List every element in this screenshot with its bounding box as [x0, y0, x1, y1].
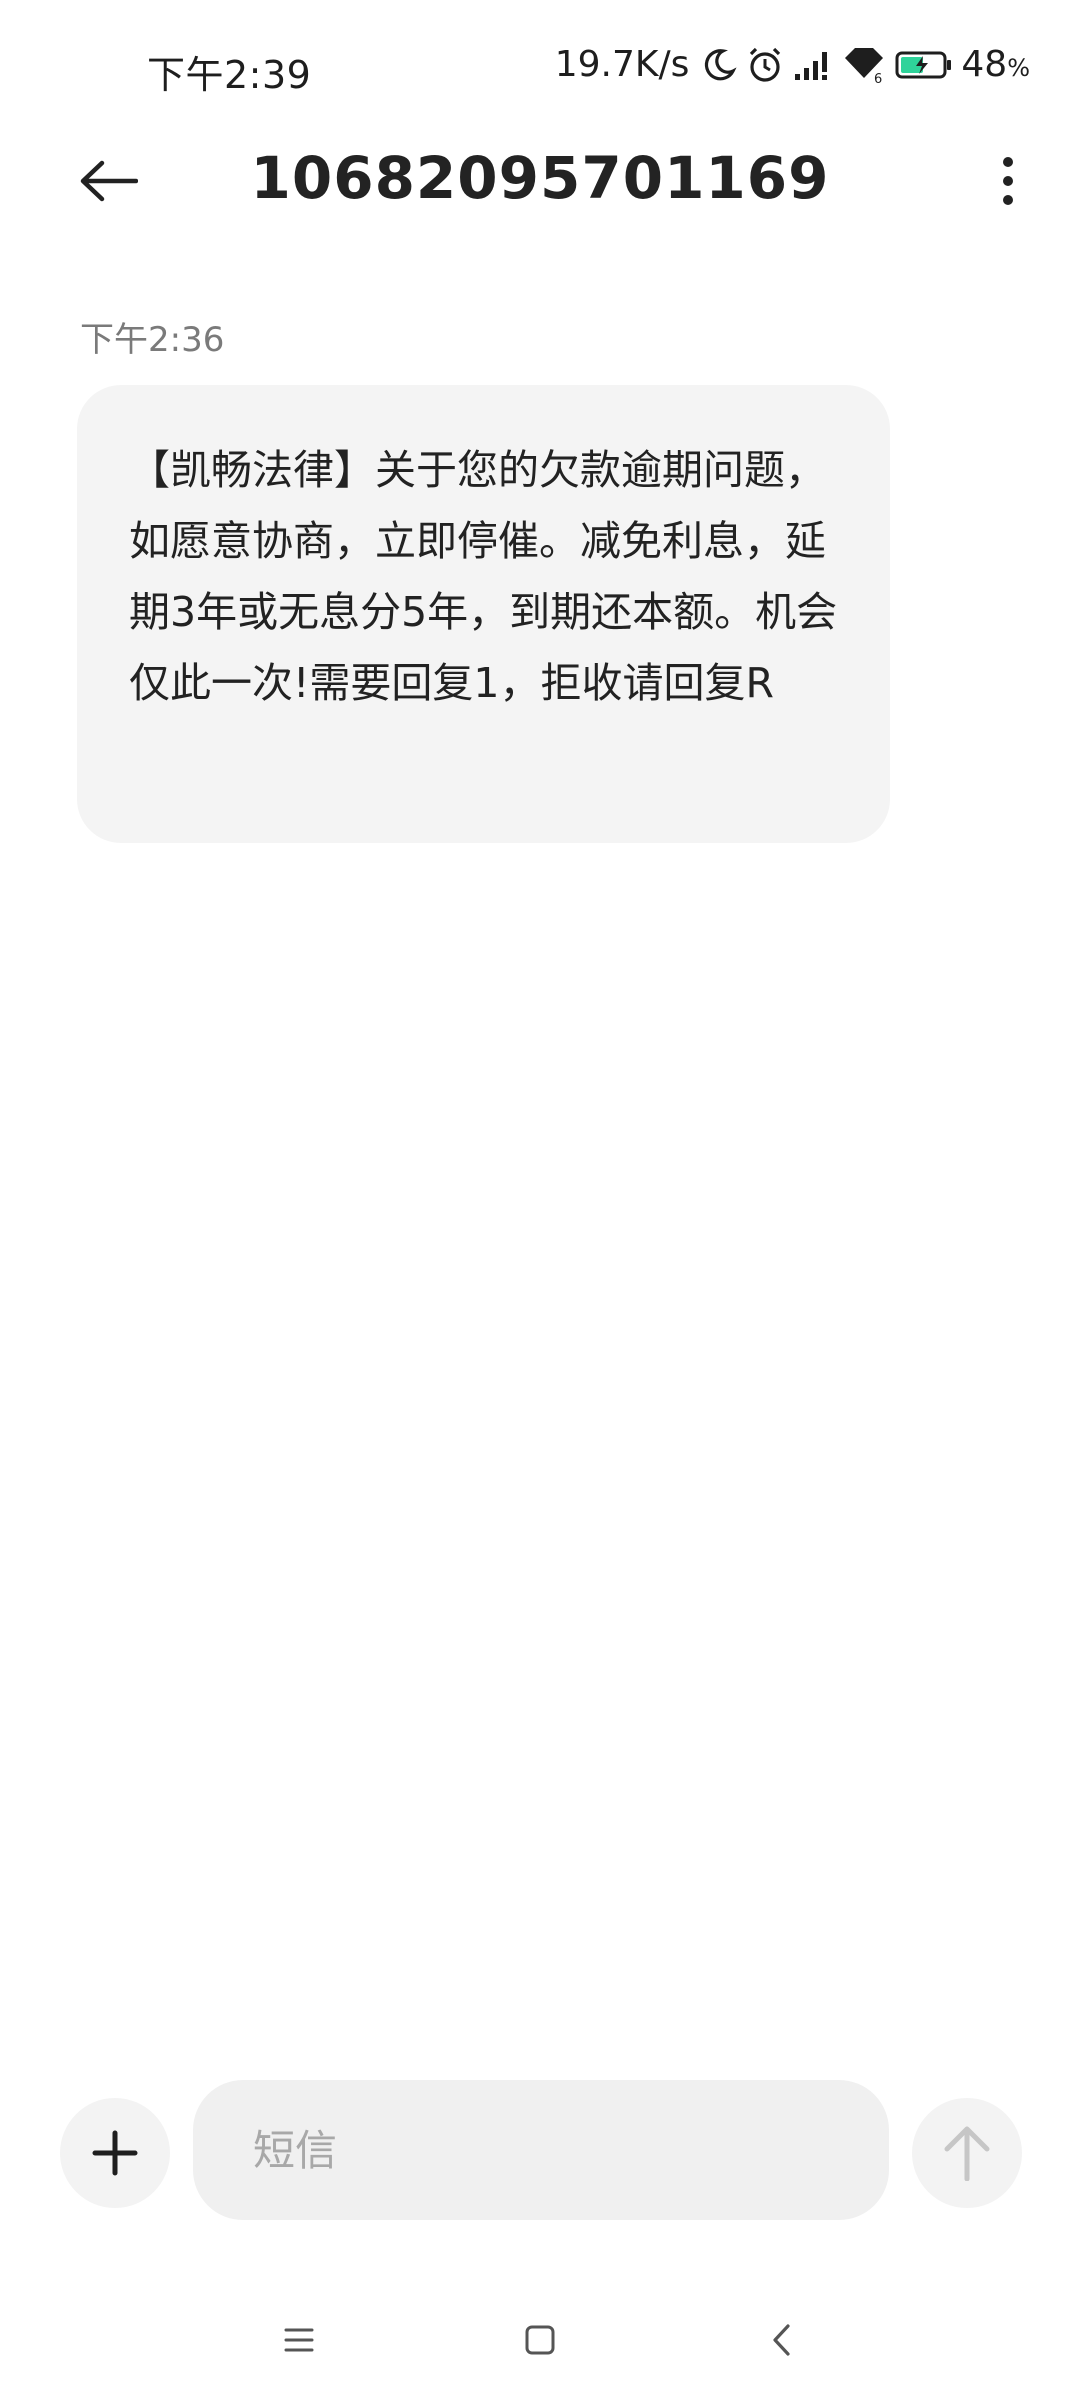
home-square-icon — [525, 2325, 555, 2355]
plus-icon — [92, 2130, 138, 2176]
battery-charging-icon — [895, 50, 953, 80]
alarm-icon — [745, 46, 785, 84]
message-input[interactable] — [193, 2080, 889, 2220]
more-vertical-icon — [1003, 157, 1013, 205]
arrow-up-icon — [944, 2126, 990, 2181]
battery-percent: 48% — [961, 44, 1030, 85]
svg-text:6: 6 — [874, 72, 882, 84]
message-composer — [0, 2080, 1080, 2220]
moon-icon — [701, 47, 737, 83]
home-button[interactable] — [500, 2310, 580, 2370]
add-attachment-button[interactable] — [60, 2098, 170, 2208]
message-bubble[interactable]: 【凯畅法律】关于您的欠款逾期问题，如愿意协商，立即停催。减免利息，延期3年或无息… — [77, 385, 890, 843]
status-icons: 19.7K/s 6 48% — [555, 44, 1030, 85]
navigation-bar — [0, 2290, 1080, 2390]
status-time: 下午2:39 — [147, 53, 312, 97]
wifi-icon: 6 — [841, 46, 887, 84]
conversation-title: 10682095701169 — [250, 144, 830, 212]
recent-apps-button[interactable] — [259, 2310, 339, 2370]
message-timestamp: 下午2:36 — [80, 320, 225, 360]
network-speed: 19.7K/s — [554, 44, 690, 85]
message-text: 【凯畅法律】关于您的欠款逾期问题，如愿意协商，立即停催。减免利息，延期3年或无息… — [129, 446, 838, 707]
status-bar: 下午2:39 19.7K/s 6 48% — [0, 0, 1080, 135]
back-chevron-icon — [773, 2324, 790, 2356]
app-bar: 10682095701169 — [0, 120, 1080, 240]
system-back-button[interactable] — [741, 2310, 821, 2370]
send-button[interactable] — [912, 2098, 1022, 2208]
signal-icon — [793, 48, 833, 82]
menu-icon — [284, 2328, 314, 2352]
more-options-button[interactable] — [976, 145, 1040, 217]
